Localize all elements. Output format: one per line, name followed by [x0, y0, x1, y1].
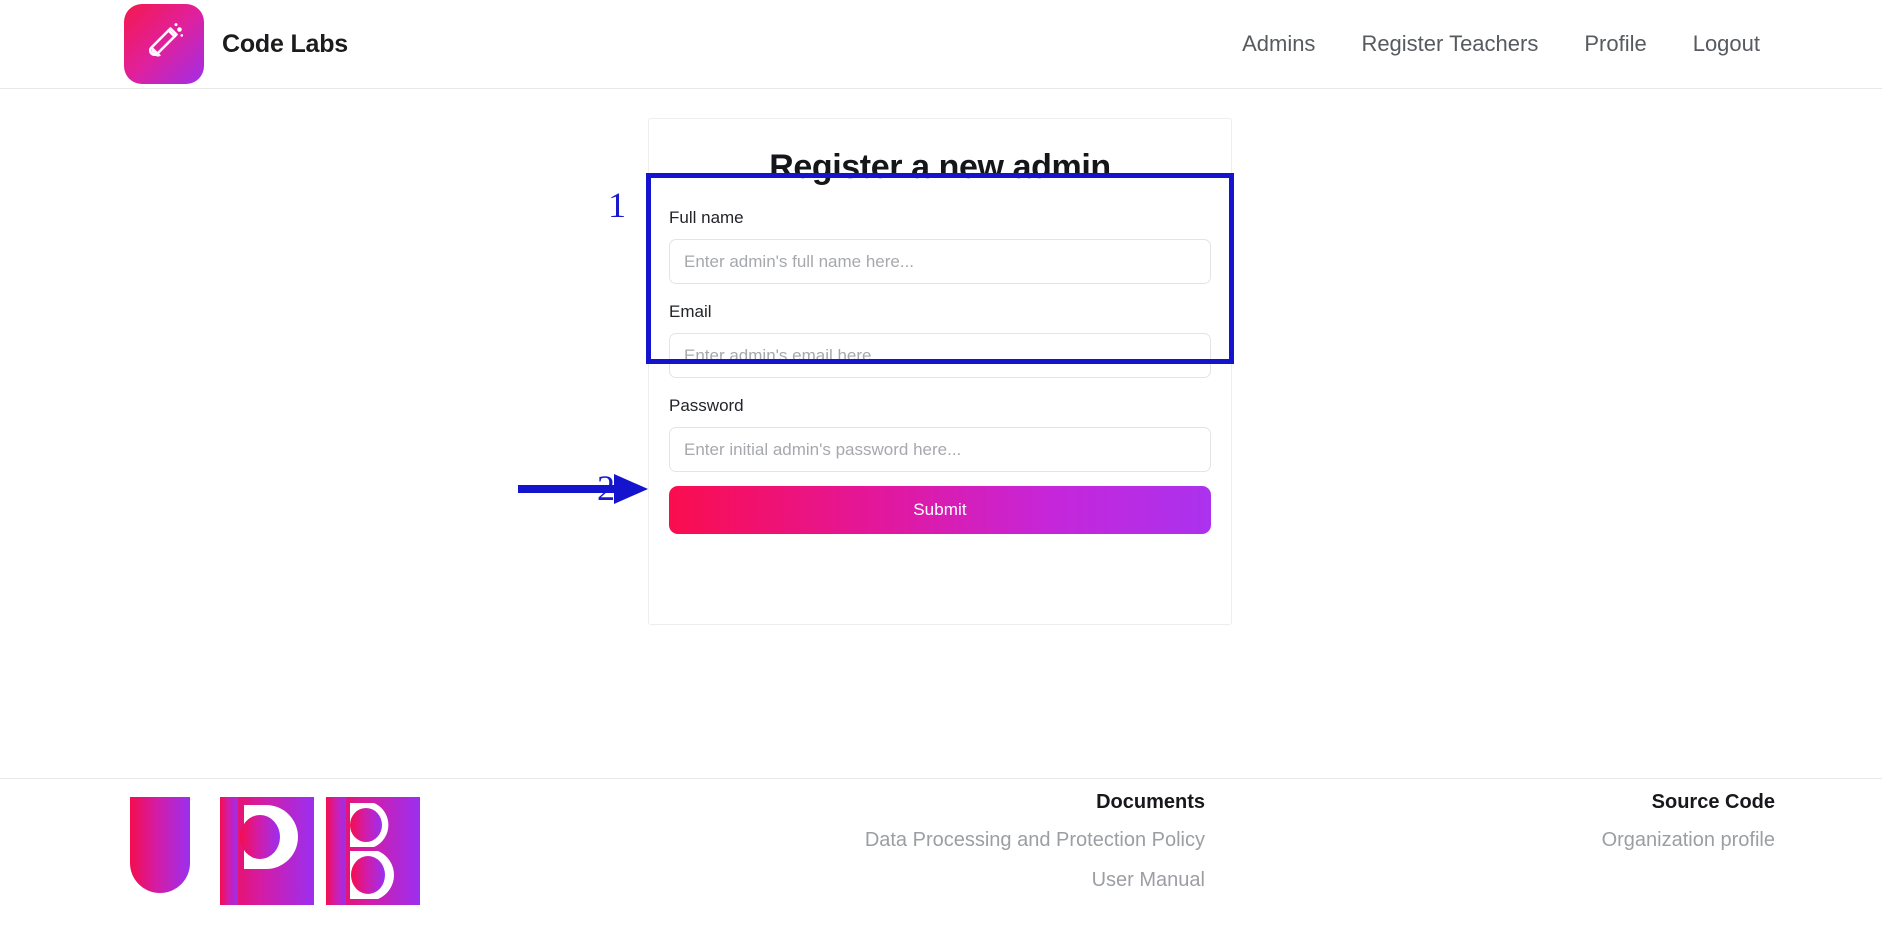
register-admin-form: Full name Email Password: [649, 186, 1231, 473]
footer-column-documents: Documents Data Processing and Protection…: [640, 791, 1205, 909]
footer-heading-source-code: Source Code: [1651, 791, 1775, 813]
password-input[interactable]: [669, 427, 1211, 473]
field-full-name: Full name: [669, 208, 1211, 285]
annotation-number-1: 1: [608, 185, 626, 225]
upb-logo: [108, 797, 428, 905]
test-tube-icon: [124, 4, 204, 84]
main-content: Register a new admin Full name Email Pas…: [0, 89, 1882, 778]
brand-name: Code Labs: [222, 29, 348, 58]
label-full-name: Full name: [669, 208, 744, 228]
full-name-input[interactable]: [669, 239, 1211, 285]
label-email: Email: [669, 302, 712, 322]
page-title: Register a new admin: [769, 148, 1111, 186]
submit-button[interactable]: Submit: [669, 486, 1211, 535]
label-password: Password: [669, 396, 744, 416]
footer-column-source-code: Source Code Organization profile: [1140, 791, 1775, 869]
nav-link-register-teachers[interactable]: Register Teachers: [1338, 31, 1561, 57]
top-navbar: Code Labs Admins Register Teachers Profi…: [0, 0, 1882, 89]
footer-link-organization-profile[interactable]: Organization profile: [1140, 829, 1775, 851]
footer-link-data-policy[interactable]: Data Processing and Protection Policy: [640, 829, 1205, 851]
footer-heading-documents: Documents: [1096, 791, 1205, 813]
brand[interactable]: Code Labs: [124, 4, 348, 84]
page-footer: Documents Data Processing and Protection…: [0, 778, 1882, 932]
nav-link-logout[interactable]: Logout: [1670, 31, 1760, 57]
email-input[interactable]: [669, 333, 1211, 379]
field-password: Password: [669, 396, 1211, 473]
annotation-arrow-to-submit: [518, 474, 648, 504]
submit-row: Submit: [649, 474, 1231, 535]
register-admin-card: Register a new admin Full name Email Pas…: [648, 118, 1232, 625]
footer-link-user-manual[interactable]: User Manual: [640, 869, 1205, 891]
nav-link-profile[interactable]: Profile: [1561, 31, 1669, 57]
field-email: Email: [669, 302, 1211, 379]
nav-links: Admins Register Teachers Profile Logout: [1219, 31, 1760, 57]
nav-link-admins[interactable]: Admins: [1219, 31, 1338, 57]
